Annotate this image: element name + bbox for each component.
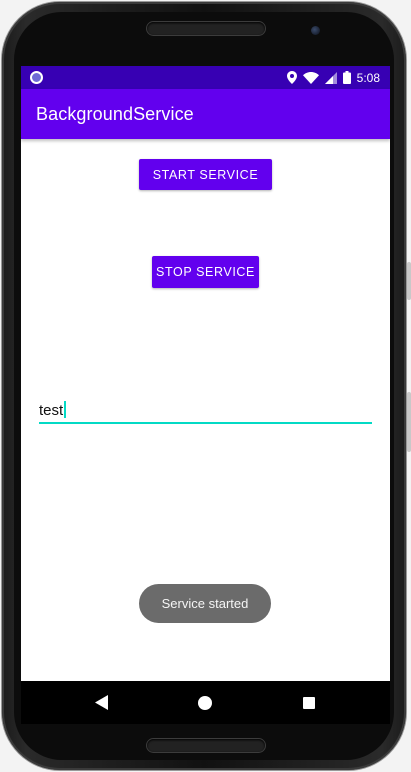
toast-text: Service started <box>161 596 249 611</box>
status-icons: 5:08 <box>286 69 380 86</box>
signal-icon <box>324 71 337 84</box>
navigation-bar <box>21 681 390 724</box>
notification-dot-icon <box>30 71 43 84</box>
input-value-text: test <box>39 402 64 419</box>
recents-icon[interactable] <box>303 697 315 709</box>
battery-icon <box>342 71 351 84</box>
top-speaker <box>147 22 265 35</box>
app-bar: BackgroundService <box>21 89 390 139</box>
app-screen: 5:08 BackgroundService START SERVICE STO… <box>21 66 390 681</box>
text-input[interactable]: test <box>39 398 372 424</box>
home-icon[interactable] <box>198 696 212 710</box>
bottom-speaker <box>147 739 265 752</box>
location-icon <box>286 71 297 84</box>
start-service-button[interactable]: START SERVICE <box>139 159 272 190</box>
status-bar: 5:08 <box>21 66 390 89</box>
app-title: BackgroundService <box>36 104 194 124</box>
power-button[interactable] <box>407 392 411 452</box>
text-cursor <box>64 401 67 418</box>
volume-button[interactable] <box>407 262 411 300</box>
text-input-value: test <box>39 401 67 419</box>
wifi-icon <box>302 71 319 84</box>
back-icon[interactable] <box>95 695 108 710</box>
stop-service-button[interactable]: STOP SERVICE <box>152 256 259 288</box>
front-camera <box>311 26 320 35</box>
toast-message: Service started <box>139 584 271 623</box>
status-time: 5:08 <box>356 70 380 85</box>
